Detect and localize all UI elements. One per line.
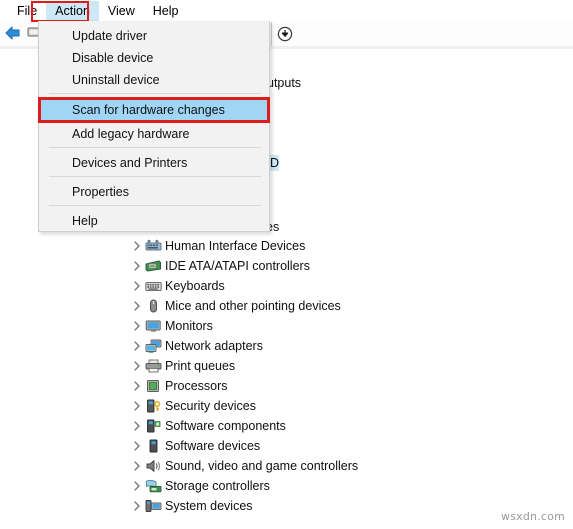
menu-separator xyxy=(49,176,261,177)
menu-item-help[interactable]: Help xyxy=(40,210,270,232)
software-component-icon xyxy=(144,419,162,433)
tree-row[interactable]: Storage controllers xyxy=(130,476,270,496)
menu-separator xyxy=(49,147,261,148)
chevron-right-icon[interactable] xyxy=(130,301,144,311)
chevron-right-icon[interactable] xyxy=(130,501,144,511)
tree-row[interactable]: Monitors xyxy=(130,316,213,336)
network-adapter-icon xyxy=(144,339,162,353)
speaker-icon xyxy=(144,459,162,473)
menu-item-label: Devices and Printers xyxy=(72,156,188,170)
tree-item-label: Sound, video and game controllers xyxy=(165,459,359,473)
tree-row[interactable]: Processors xyxy=(130,376,228,396)
menu-item-label: Add legacy hardware xyxy=(72,127,190,141)
storage-controller-icon xyxy=(144,479,162,493)
tree-item-label: System devices xyxy=(165,499,253,513)
menu-item-label: Update driver xyxy=(72,29,148,43)
menu-item-label: Disable device xyxy=(72,51,154,65)
tree-item-label: Security devices xyxy=(165,399,257,413)
tree-row[interactable]: Network adapters xyxy=(130,336,263,356)
menu-item-label: Properties xyxy=(72,185,129,199)
mouse-icon xyxy=(144,299,162,313)
toolbar-right-group xyxy=(271,22,573,46)
tree-row[interactable]: Sound, video and game controllers xyxy=(130,456,358,476)
tree-row[interactable]: Print queues xyxy=(130,356,235,376)
chevron-right-icon[interactable] xyxy=(130,381,144,391)
tree-row[interactable]: IDE ATA/ATAPI controllers xyxy=(130,256,310,276)
chevron-right-icon[interactable] xyxy=(130,281,144,291)
monitor-icon xyxy=(144,319,162,333)
chevron-right-icon[interactable] xyxy=(130,441,144,451)
tree-item-label: Print queues xyxy=(165,359,236,373)
keyboard-icon xyxy=(144,279,162,293)
menu-file[interactable]: File xyxy=(8,1,46,21)
tree-item-label: Human Interface Devices xyxy=(165,239,306,253)
tree-item-label: Processors xyxy=(165,379,228,393)
menu-separator xyxy=(49,205,261,206)
chevron-right-icon[interactable] xyxy=(130,481,144,491)
menu-separator xyxy=(49,93,261,94)
download-arrow-icon[interactable] xyxy=(277,26,293,42)
chevron-right-icon[interactable] xyxy=(130,341,144,351)
tree-item-label: Mice and other pointing devices xyxy=(165,299,341,313)
tree-item-label: IDE ATA/ATAPI controllers xyxy=(165,259,310,273)
menu-item-disable-device[interactable]: Disable device xyxy=(40,47,270,69)
chevron-right-icon[interactable] xyxy=(130,401,144,411)
tree-row[interactable]: Keyboards xyxy=(130,276,225,296)
tree-item-label: Network adapters xyxy=(165,339,263,353)
chevron-right-icon[interactable] xyxy=(130,241,144,251)
tree-item-label: Software components xyxy=(165,419,286,433)
processor-icon xyxy=(144,379,162,393)
action-dropdown-menu[interactable]: Update driver Disable device Uninstall d… xyxy=(38,21,270,232)
menu-item-label: Help xyxy=(72,214,98,228)
tree-row-obscured-audio[interactable]: utputs xyxy=(267,73,301,93)
menu-item-uninstall-device[interactable]: Uninstall device xyxy=(40,69,270,91)
menu-item-update-driver[interactable]: Update driver xyxy=(40,25,270,47)
tree-row[interactable]: Human Interface Devices xyxy=(130,236,305,256)
chevron-right-icon[interactable] xyxy=(130,461,144,471)
menu-item-add-legacy-hardware[interactable]: Add legacy hardware xyxy=(40,123,270,145)
chevron-right-icon[interactable] xyxy=(130,361,144,371)
tree-row[interactable]: Software components xyxy=(130,416,286,436)
tree-row[interactable]: System devices xyxy=(130,496,253,516)
hid-icon xyxy=(144,239,162,253)
menu-item-label: Scan for hardware changes xyxy=(72,103,225,117)
tree-row[interactable]: Software devices xyxy=(130,436,260,456)
menu-item-properties[interactable]: Properties xyxy=(40,181,270,203)
ide-controller-icon xyxy=(144,259,162,273)
menu-action[interactable]: Action xyxy=(46,1,99,21)
menu-help[interactable]: Help xyxy=(144,1,188,21)
tree-item-label: Monitors xyxy=(165,319,213,333)
menu-action-wrapper: Action xyxy=(46,1,99,21)
menu-item-devices-and-printers[interactable]: Devices and Printers xyxy=(40,152,270,174)
menu-item-scan-for-hardware-changes[interactable]: Scan for hardware changes xyxy=(40,99,270,121)
tree-item-label: Software devices xyxy=(165,439,261,453)
chevron-right-icon[interactable] xyxy=(130,261,144,271)
chevron-right-icon[interactable] xyxy=(130,421,144,431)
menu-item-label: Uninstall device xyxy=(72,73,160,87)
tree-row[interactable]: Mice and other pointing devices xyxy=(130,296,341,316)
tree-row[interactable]: Security devices xyxy=(130,396,256,416)
security-device-icon xyxy=(144,399,162,413)
chevron-right-icon[interactable] xyxy=(130,321,144,331)
tree-item-label: Keyboards xyxy=(165,279,225,293)
menu-view[interactable]: View xyxy=(99,1,144,21)
back-arrow-icon[interactable] xyxy=(4,25,22,41)
watermark: wsxdn.com xyxy=(501,510,565,523)
printer-icon xyxy=(144,359,162,373)
software-device-icon xyxy=(144,439,162,453)
system-device-icon xyxy=(144,499,162,513)
tree-label-obscured: utputs xyxy=(267,76,302,90)
tree-item-label: Storage controllers xyxy=(165,479,270,493)
menu-bar: File Action View Help xyxy=(0,0,573,22)
